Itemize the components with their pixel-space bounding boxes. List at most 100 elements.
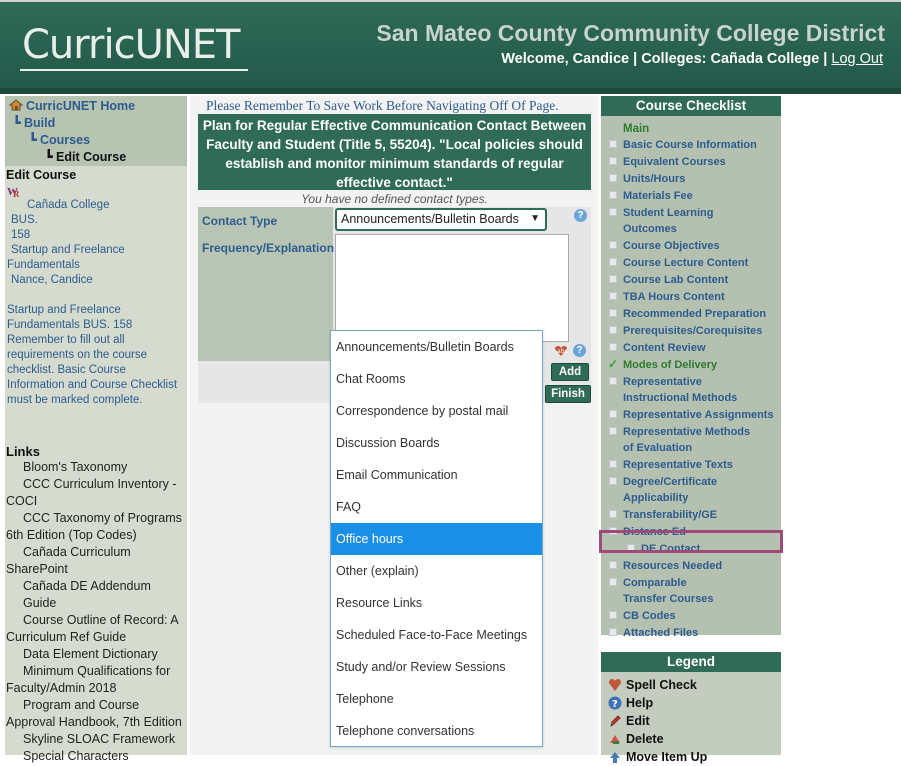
breadcrumb-edit-course: ┗ Edit Course <box>45 150 127 164</box>
link-item[interactable]: Program and Course Approval Handbook, 7t… <box>5 697 187 731</box>
link-item[interactable]: Cañada Curriculum SharePoint <box>5 544 187 578</box>
link-item[interactable]: Course Outline of Record: A Curriculum R… <box>5 612 187 646</box>
link-item[interactable]: Skyline SLOAC Framework <box>5 731 187 748</box>
checkbox-icon <box>609 174 617 182</box>
breadcrumb-courses[interactable]: ┗ Courses <box>9 132 183 149</box>
link-item[interactable]: Special Characters <box>5 748 187 765</box>
link-item[interactable]: CCC Curriculum Inventory - COCI <box>5 476 187 510</box>
pencil-icon <box>610 715 621 727</box>
dropdown-option[interactable]: FAQ <box>331 491 542 523</box>
breadcrumb-home[interactable]: CurricUNET Home <box>9 98 183 115</box>
link-item[interactable]: Bloom's Taxonomy <box>5 459 187 476</box>
dropdown-option-highlighted[interactable]: Office hours <box>331 523 542 555</box>
header-bottom-band <box>0 88 901 94</box>
svg-text:R: R <box>13 189 20 198</box>
checklist-item[interactable]: Course Objectives <box>601 238 781 254</box>
checklist-item[interactable]: Representative Instructional Methods <box>601 374 761 406</box>
checklist-item[interactable]: Attached Files <box>601 625 781 641</box>
checklist-item[interactable]: Student Learning Outcomes <box>601 205 721 237</box>
no-contact-types-message: You have no defined contact types. <box>301 192 488 206</box>
welcome-bar: Welcome, Candice | Colleges: Cañada Coll… <box>501 51 883 67</box>
dropdown-option[interactable]: Scheduled Face-to-Face Meetings <box>331 619 542 651</box>
checklist-item[interactable]: Transferability/GE <box>601 507 781 523</box>
checkbox-icon <box>609 427 617 435</box>
dropdown-option[interactable]: Resource Links <box>331 587 542 619</box>
checklist-main[interactable]: Main <box>601 122 781 136</box>
edit-course-heading: Edit Course <box>6 168 77 182</box>
checklist-item[interactable]: Resources Needed <box>601 558 781 574</box>
contact-type-label: Contact Type <box>202 214 278 228</box>
svg-text:?: ? <box>612 699 618 710</box>
finish-button[interactable]: Finish <box>545 385 591 403</box>
checkbox-icon <box>609 510 617 518</box>
welcome-text: Welcome, Candice | Colleges: Cañada Coll… <box>501 51 828 67</box>
checklist-item[interactable]: Representative Texts <box>601 457 781 473</box>
dropdown-option[interactable]: Study and/or Review Sessions <box>331 651 542 683</box>
dropdown-option[interactable]: Other (explain) <box>331 555 542 587</box>
arrow-up-icon <box>610 752 620 763</box>
link-item[interactable]: CCC Taxonomy of Programs 6th Edition (To… <box>5 510 187 544</box>
checkbox-icon <box>609 140 617 148</box>
checklist-item[interactable]: Representative Assignments <box>601 407 781 423</box>
checklist-item[interactable]: Degree/Certificate Applicability <box>601 474 741 506</box>
checkbox-icon <box>609 258 617 266</box>
svg-text:abc: abc <box>557 348 568 355</box>
course-info: Cañada College BUS. 158 Startup and Free… <box>5 198 187 288</box>
logout-link[interactable]: Log Out <box>831 51 883 67</box>
breadcrumb: CurricUNET Home ┗ Build ┗ Courses ┗ Edit… <box>5 96 187 166</box>
dropdown-option[interactable]: Discussion Boards <box>331 427 542 459</box>
checkbox-icon <box>609 309 617 317</box>
dropdown-option[interactable]: Telephone conversations <box>331 715 542 747</box>
checkbox-icon <box>609 241 617 249</box>
add-button[interactable]: Add <box>551 363 589 381</box>
checkbox-icon <box>609 410 617 418</box>
links-list: Bloom's Taxonomy CCC Curriculum Inventor… <box>5 459 187 765</box>
checklist-item[interactable]: Recommended Preparation <box>601 306 781 322</box>
checklist-item[interactable]: Content Review <box>601 340 781 356</box>
checklist-item[interactable]: Units/Hours <box>601 171 781 187</box>
checklist-item[interactable]: Prerequisites/Corequisites <box>601 323 781 339</box>
checklist-item[interactable]: Course Lab Content <box>601 272 781 288</box>
checkbox-icon <box>609 611 617 619</box>
home-icon <box>9 99 23 111</box>
curricunet-logo[interactable]: CurricUNET <box>18 20 248 72</box>
link-item[interactable]: Cañada DE Addendum Guide <box>5 578 187 612</box>
legend-items: Spell Check ? Help Edit Delete Move Item… <box>601 672 781 766</box>
checklist-item[interactable]: CB Codes <box>601 608 781 624</box>
course-title-line2: Fundamentals <box>7 259 80 271</box>
checklist-item-complete[interactable]: ✓ Modes of Delivery <box>601 357 781 373</box>
checklist-item[interactable]: Basic Course Information <box>601 137 781 153</box>
spell-check-icon[interactable]: abc <box>554 345 568 357</box>
checkbox-icon <box>609 578 617 586</box>
breadcrumb-build[interactable]: ┗ Build <box>9 115 183 132</box>
course-number: 158 <box>11 229 31 241</box>
checklist-item[interactable]: TBA Hours Content <box>601 289 781 305</box>
dropdown-option[interactable]: Chat Rooms <box>331 363 542 395</box>
help-icon[interactable]: ? <box>574 209 587 222</box>
legend-move-up: Move Item Up <box>601 748 781 766</box>
checkbox-icon <box>609 292 617 300</box>
checkbox-icon <box>609 460 617 468</box>
contact-type-value: Announcements/Bulletin Boards <box>341 212 519 226</box>
checklist-item[interactable]: Course Lecture Content <box>601 255 781 271</box>
contact-type-select[interactable]: Announcements/Bulletin Boards ▼ <box>335 208 547 231</box>
save-reminder: Please Remember To Save Work Before Navi… <box>206 98 559 113</box>
checklist-item[interactable]: Comparable Transfer Courses <box>601 575 731 607</box>
checkbox-icon <box>609 561 617 569</box>
checklist-item[interactable]: Equivalent Courses <box>601 154 781 170</box>
link-item[interactable]: Data Element Dictionary <box>5 646 187 663</box>
links-heading: Links <box>6 444 40 459</box>
checkbox-icon <box>609 377 617 385</box>
dropdown-option[interactable]: Announcements/Bulletin Boards <box>331 331 542 363</box>
dropdown-option[interactable]: Email Communication <box>331 459 542 491</box>
logo-underline <box>20 69 248 71</box>
help-icon[interactable]: ? <box>573 344 586 357</box>
frequency-label: Frequency/Explanation <box>202 241 335 255</box>
checklist-item[interactable]: Materials Fee <box>601 188 781 204</box>
frequency-textarea[interactable] <box>335 234 569 342</box>
checkbox-icon <box>609 157 617 165</box>
checklist-item[interactable]: Representative Methods of Evaluation <box>601 424 761 456</box>
dropdown-option[interactable]: Correspondence by postal mail <box>331 395 542 427</box>
link-item[interactable]: Minimum Qualifications for Faculty/Admin… <box>5 663 187 697</box>
dropdown-option[interactable]: Telephone <box>331 683 542 715</box>
